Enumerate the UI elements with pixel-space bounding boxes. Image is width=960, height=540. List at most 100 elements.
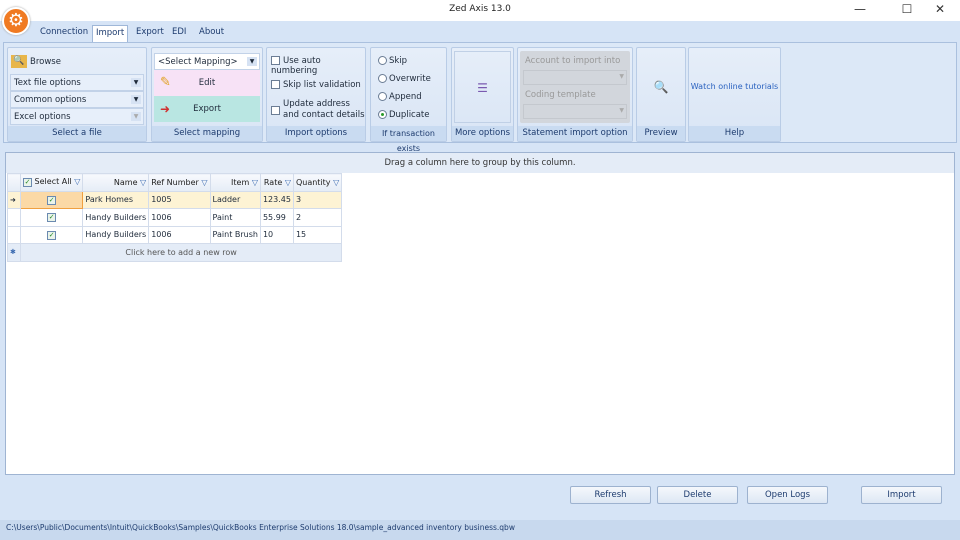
edit-label: Edit — [198, 78, 216, 88]
filter-icon[interactable]: ▽ — [140, 178, 146, 187]
cell-ref[interactable]: 1006 — [148, 225, 211, 244]
preview-button[interactable]: 🔍 — [639, 51, 683, 123]
update-address-checkbox[interactable]: Update address and contact details — [271, 99, 366, 121]
cell-item[interactable]: Ladder — [209, 190, 261, 209]
cell-quantity[interactable]: 15 — [292, 225, 343, 244]
radio-append[interactable]: Append — [378, 92, 422, 102]
group-by-panel[interactable]: Drag a column here to group by this colu… — [6, 153, 954, 173]
edit-mapping-button[interactable]: ✎ Edit — [154, 70, 260, 96]
group-help: Watch online tutorials Help — [688, 47, 781, 142]
add-new-row-prompt[interactable]: Click here to add a new row — [19, 243, 343, 262]
tab-about[interactable]: About — [196, 25, 227, 42]
export-arrow-icon: ➜ — [160, 102, 171, 116]
more-options-button[interactable]: ☰ — [454, 51, 511, 123]
minimize-button[interactable]: — — [845, 2, 875, 16]
radio-label: Skip — [389, 56, 408, 66]
filter-icon[interactable]: ▽ — [201, 178, 207, 187]
text-file-options-dropdown[interactable]: Text file options ▼ — [10, 74, 144, 91]
filter-icon[interactable]: ▽ — [333, 178, 339, 187]
table-row[interactable]: ✓ Handy Builders 1006 Paint 55.99 2 — [7, 208, 343, 227]
row-select-cell[interactable]: ✓ — [19, 225, 84, 244]
cell-rate[interactable]: 123.45 — [259, 190, 294, 209]
skip-list-validation-checkbox[interactable]: Skip list validation — [271, 80, 361, 90]
auto-numbering-checkbox[interactable]: Use auto numbering — [271, 56, 365, 76]
group-label: If transaction exists — [371, 126, 446, 153]
watch-tutorials-link[interactable]: Watch online tutorials — [689, 82, 780, 91]
chevron-down-icon: ▼ — [131, 78, 141, 87]
account-dropdown[interactable]: ▼ — [523, 70, 627, 85]
header-row: ✓ Select All ▽ Name ▽ Ref Number ▽ Item … — [7, 173, 343, 192]
new-row[interactable]: ✱ Click here to add a new row — [7, 243, 343, 262]
excel-options-dropdown[interactable]: Excel options ▼ — [10, 108, 144, 125]
checkbox-box — [271, 56, 280, 65]
radio-circle — [378, 74, 387, 83]
row-checkbox[interactable]: ✓ — [47, 213, 57, 223]
select-all-checkbox[interactable]: ✓ — [23, 178, 32, 188]
tab-edi[interactable]: EDI — [169, 25, 189, 42]
table-row[interactable]: ➜ ✓ Park Homes 1005 Ladder 123.45 3 — [7, 190, 343, 209]
common-options-label: Common options — [14, 95, 87, 105]
chevron-down-icon: ▼ — [131, 112, 141, 121]
row-checkbox[interactable]: ✓ — [47, 195, 57, 205]
select-mapping-dropdown[interactable]: <Select Mapping> ▼ — [154, 53, 260, 70]
cell-item[interactable]: Paint — [209, 208, 261, 227]
browse-button[interactable]: 🔍 Browse — [11, 53, 143, 71]
tab-export[interactable]: Export — [133, 25, 167, 42]
tab-import[interactable]: Import — [92, 25, 129, 42]
radio-duplicate[interactable]: Duplicate — [378, 110, 430, 120]
common-options-dropdown[interactable]: Common options ▼ — [10, 91, 144, 108]
radio-circle — [378, 110, 387, 119]
radio-overwrite[interactable]: Overwrite — [378, 74, 431, 84]
row-select-cell[interactable]: ✓ — [19, 208, 84, 227]
options-list-icon: ☰ — [477, 81, 488, 95]
coding-template-label: Coding template — [525, 90, 596, 100]
tab-connection[interactable]: Connection — [37, 25, 91, 42]
column-header-select-all[interactable]: ✓ Select All ▽ — [19, 173, 84, 192]
cell-name[interactable]: Park Homes — [82, 190, 150, 209]
column-header-quantity[interactable]: Quantity ▽ — [292, 173, 343, 192]
table-row[interactable]: ✓ Handy Builders 1006 Paint Brush 10 15 — [7, 225, 343, 244]
cell-ref[interactable]: 1005 — [148, 190, 211, 209]
import-button[interactable]: Import — [861, 486, 942, 504]
filter-icon[interactable]: ▽ — [252, 178, 258, 187]
cell-quantity[interactable]: 2 — [292, 208, 343, 227]
group-label: Help — [689, 126, 780, 141]
row-checkbox[interactable]: ✓ — [47, 230, 57, 240]
indicator-header — [7, 173, 21, 192]
delete-button[interactable]: Delete — [657, 486, 738, 504]
filter-icon[interactable]: ▽ — [74, 177, 80, 186]
cell-item[interactable]: Paint Brush — [209, 225, 261, 244]
text-file-options-label: Text file options — [14, 78, 81, 88]
maximize-button[interactable]: ☐ — [892, 2, 922, 16]
column-header-item[interactable]: Item ▽ — [209, 173, 261, 192]
cell-rate[interactable]: 10 — [259, 225, 294, 244]
column-header-ref-number[interactable]: Ref Number ▽ — [148, 173, 211, 192]
group-preview: 🔍 Preview — [636, 47, 686, 142]
cell-name[interactable]: Handy Builders — [82, 208, 150, 227]
radio-skip[interactable]: Skip — [378, 56, 407, 66]
checkbox-box — [271, 80, 280, 89]
column-header-name[interactable]: Name ▽ — [82, 173, 150, 192]
cell-rate[interactable]: 55.99 — [259, 208, 294, 227]
export-mapping-button[interactable]: ➜ Export — [154, 96, 260, 122]
cell-quantity[interactable]: 3 — [292, 190, 343, 209]
browse-label: Browse — [30, 57, 61, 67]
open-logs-button[interactable]: Open Logs — [747, 486, 828, 504]
filter-icon[interactable]: ▽ — [285, 178, 291, 187]
row-select-cell[interactable]: ✓ — [19, 190, 84, 209]
column-header-rate[interactable]: Rate ▽ — [259, 173, 294, 192]
header-label: Quantity — [295, 177, 331, 187]
refresh-button[interactable]: Refresh — [570, 486, 651, 504]
group-select-mapping: <Select Mapping> ▼ ✎ Edit ➜ Export Select m… — [151, 47, 263, 142]
close-button[interactable]: ✕ — [925, 2, 955, 16]
pencil-icon: ✎ — [160, 75, 171, 90]
checkbox-label: Skip list validation — [283, 80, 361, 90]
radio-circle — [378, 92, 387, 101]
row-indicator — [7, 225, 21, 244]
cell-ref[interactable]: 1006 — [148, 208, 211, 227]
cell-name[interactable]: Handy Builders — [82, 225, 150, 244]
group-label: Import options — [267, 126, 365, 141]
group-label: More options — [452, 126, 513, 141]
app-gear-logo-icon[interactable]: ⚙ — [2, 7, 30, 35]
coding-template-dropdown[interactable]: ▼ — [523, 104, 627, 119]
